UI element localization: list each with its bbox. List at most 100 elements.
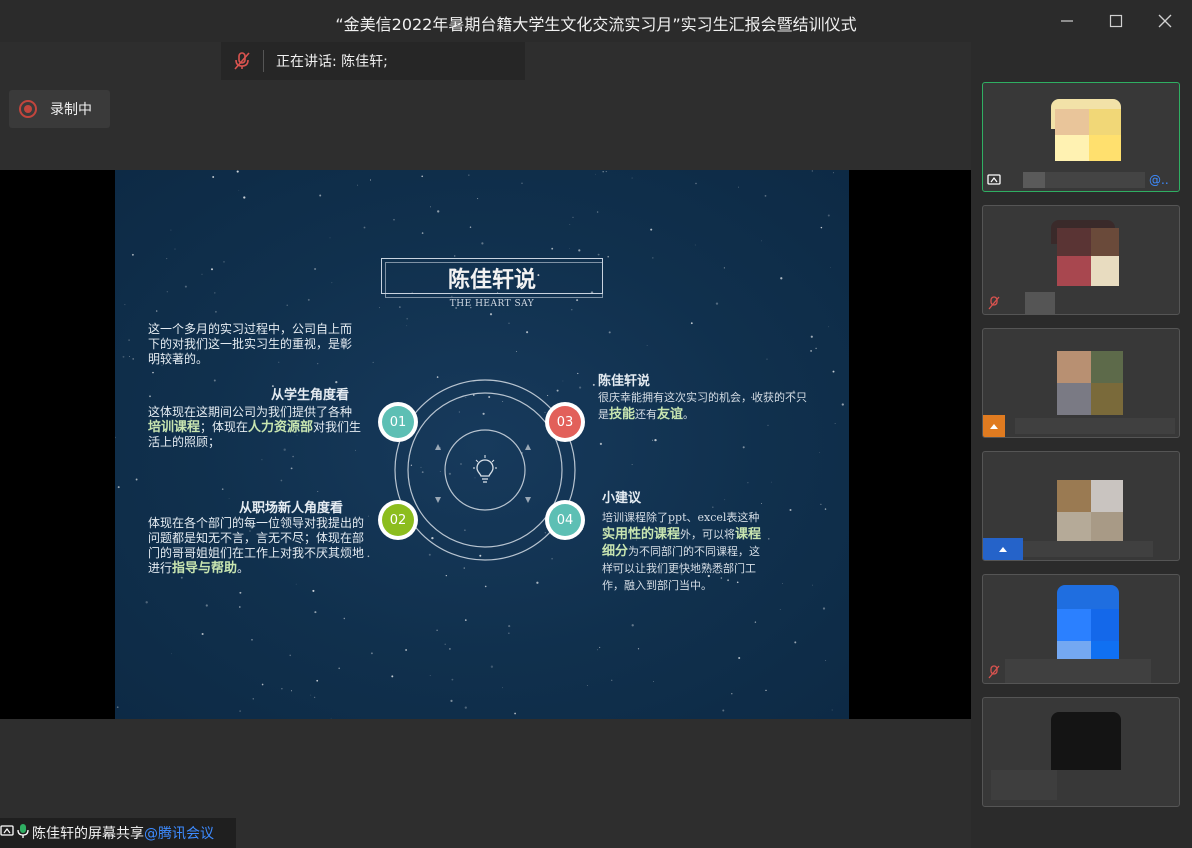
star bbox=[812, 584, 813, 586]
participant-footer bbox=[983, 538, 1179, 560]
star bbox=[779, 609, 781, 610]
star bbox=[131, 253, 134, 256]
close-icon bbox=[1158, 14, 1172, 28]
star bbox=[731, 693, 733, 695]
speaking-text: 正在讲话: 陈佳轩; bbox=[276, 54, 388, 70]
star bbox=[316, 679, 319, 682]
participant-tile[interactable] bbox=[982, 205, 1180, 315]
star bbox=[290, 690, 293, 692]
star bbox=[653, 681, 654, 682]
star bbox=[317, 490, 319, 492]
star bbox=[312, 589, 315, 592]
star bbox=[780, 277, 783, 280]
badge-03: 03 bbox=[545, 402, 585, 442]
star bbox=[405, 649, 408, 651]
star bbox=[214, 292, 216, 294]
star bbox=[166, 291, 168, 293]
star bbox=[490, 665, 494, 668]
star bbox=[611, 679, 613, 681]
star bbox=[223, 261, 225, 263]
star bbox=[171, 653, 172, 655]
star bbox=[357, 184, 359, 186]
star bbox=[652, 257, 654, 259]
muted-mic-icon bbox=[221, 51, 263, 71]
star bbox=[695, 182, 697, 185]
blurred-name bbox=[1045, 172, 1145, 188]
blurred-avatar bbox=[1057, 609, 1091, 641]
blurred-name bbox=[991, 770, 1057, 800]
participant-tile[interactable] bbox=[982, 328, 1180, 438]
star bbox=[205, 604, 208, 607]
blurred-name bbox=[1023, 541, 1153, 557]
star bbox=[637, 648, 640, 650]
star bbox=[810, 335, 813, 338]
star bbox=[827, 214, 830, 217]
star bbox=[210, 268, 214, 271]
star bbox=[722, 709, 725, 712]
star bbox=[508, 625, 511, 628]
star bbox=[251, 639, 253, 641]
star bbox=[738, 186, 740, 188]
participant-tile[interactable]: @.. bbox=[982, 82, 1180, 192]
maximize-icon bbox=[1109, 14, 1123, 28]
star bbox=[286, 304, 288, 306]
badge-03-label: 03 bbox=[549, 406, 581, 438]
star bbox=[372, 361, 374, 363]
participant-tile[interactable] bbox=[982, 451, 1180, 561]
minimize-button[interactable] bbox=[1048, 6, 1086, 36]
star bbox=[767, 424, 769, 427]
maximize-button[interactable] bbox=[1097, 6, 1135, 36]
star bbox=[289, 654, 291, 657]
blurred-avatar bbox=[1091, 228, 1119, 256]
blurred-name bbox=[1025, 292, 1055, 314]
share-owner-text: 陈佳轩的屏幕共享 bbox=[32, 826, 144, 842]
star bbox=[578, 249, 581, 252]
participant-tile[interactable] bbox=[982, 574, 1180, 684]
badge-04-label: 04 bbox=[549, 504, 581, 536]
star bbox=[464, 619, 467, 621]
section2-heading: 从职场新人角度看 bbox=[239, 501, 344, 516]
star bbox=[145, 601, 148, 604]
section3-heading: 陈佳轩说 bbox=[598, 374, 651, 389]
section4-body: 培训课程除了ppt、excel表这种实用性的课程外，可以将课程细分为不同部门的不… bbox=[602, 511, 762, 592]
close-button[interactable] bbox=[1146, 6, 1184, 36]
star bbox=[166, 258, 168, 260]
star bbox=[723, 267, 726, 269]
star bbox=[314, 611, 317, 614]
star bbox=[747, 482, 749, 484]
star bbox=[228, 498, 230, 499]
star bbox=[132, 358, 135, 360]
slide-title: 陈佳轩说 bbox=[447, 268, 536, 293]
star bbox=[378, 307, 381, 309]
star bbox=[180, 576, 183, 579]
participant-list[interactable]: @.. bbox=[971, 42, 1192, 848]
participant-name-suffix: @.. bbox=[1149, 173, 1169, 187]
lightbulb-icon bbox=[471, 455, 499, 485]
meeting-window: “金美信2022年暑期台籍大学生文化交流实习月”实习生汇报会暨结训仪式 正在讲话… bbox=[0, 0, 1192, 848]
share-screen-icon bbox=[983, 415, 1005, 437]
participant-tile[interactable] bbox=[982, 697, 1180, 807]
recording-button[interactable]: 录制中 bbox=[9, 90, 110, 128]
star bbox=[421, 175, 424, 178]
star bbox=[367, 555, 370, 558]
star bbox=[310, 694, 312, 696]
star bbox=[811, 170, 813, 172]
star bbox=[453, 255, 456, 257]
screen-share-bar: 陈佳轩的屏幕共享 @腾讯会议 bbox=[0, 818, 236, 848]
star bbox=[135, 478, 138, 481]
blurred-name bbox=[1015, 418, 1175, 434]
star bbox=[631, 464, 633, 465]
star bbox=[469, 226, 472, 228]
speaking-indicator: 正在讲话: 陈佳轩; bbox=[221, 42, 525, 80]
blurred-avatar bbox=[1089, 109, 1121, 135]
star bbox=[393, 218, 395, 221]
star bbox=[586, 685, 588, 686]
star bbox=[295, 583, 297, 585]
star bbox=[338, 667, 341, 670]
section4-heading: 小建议 bbox=[602, 491, 642, 506]
participant-footer bbox=[983, 415, 1179, 437]
star bbox=[631, 177, 633, 179]
brand-text: @腾讯会议 bbox=[144, 826, 214, 842]
blurred-avatar bbox=[1089, 135, 1121, 161]
star bbox=[128, 339, 130, 341]
